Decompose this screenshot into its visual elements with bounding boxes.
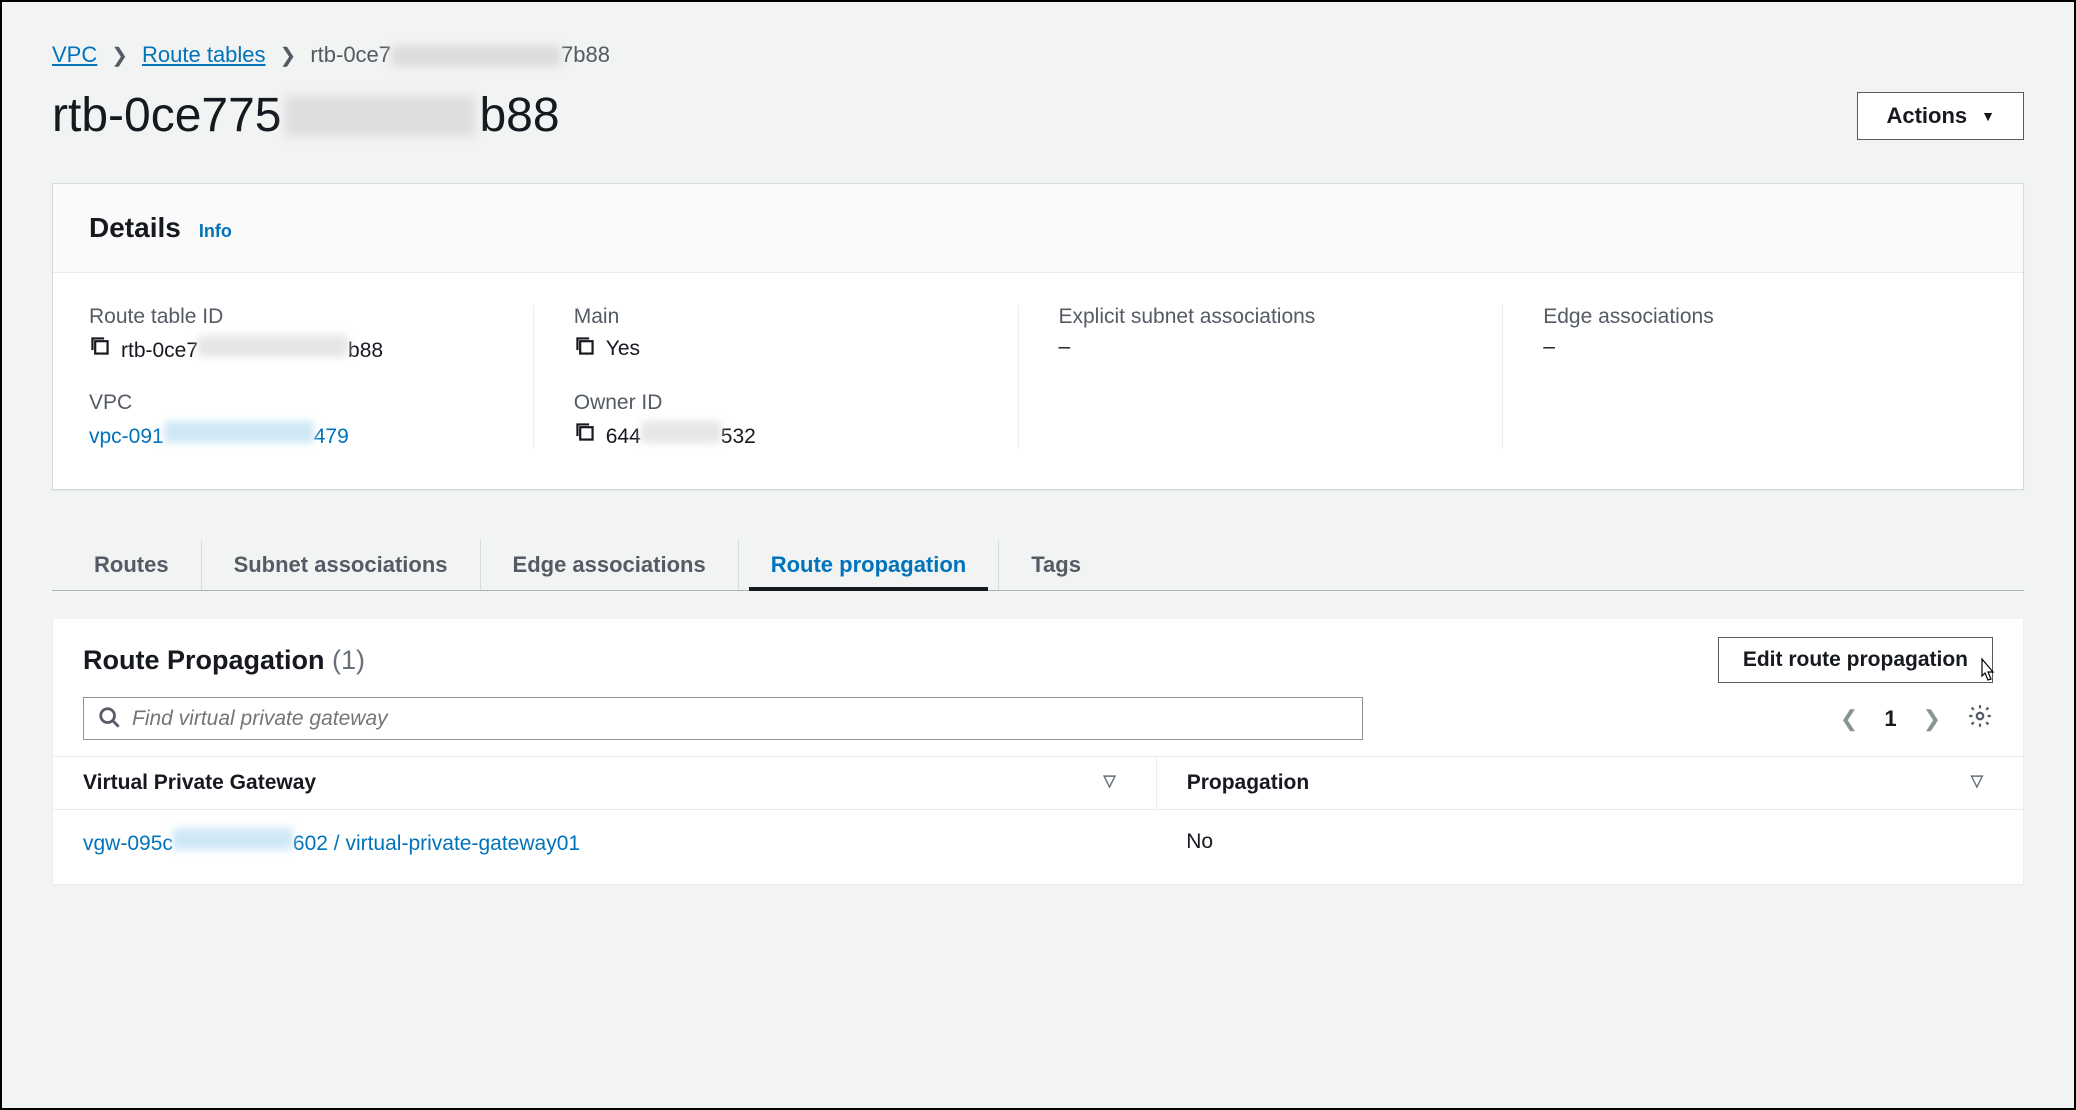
label-vpc: VPC: [89, 391, 493, 415]
tab-edge-associations[interactable]: Edge associations: [481, 540, 739, 590]
route-propagation-title: Route Propagation (1): [83, 645, 365, 676]
breadcrumb-vpc[interactable]: VPC: [52, 42, 97, 68]
search-icon: [98, 706, 120, 731]
tab-routes[interactable]: Routes: [62, 540, 202, 590]
label-edge-assoc: Edge associations: [1543, 305, 1947, 329]
copy-icon[interactable]: [89, 335, 111, 363]
value-vpc-link[interactable]: vpc-091479: [89, 421, 349, 449]
details-panel: Details Info Route table ID rtb-0ce7b88 …: [52, 183, 2024, 490]
tabs: Routes Subnet associations Edge associat…: [52, 540, 2024, 591]
page-prev-icon[interactable]: ❮: [1840, 706, 1858, 732]
propagation-table: Virtual Private Gateway▽ Propagation▽ vg…: [53, 756, 2023, 874]
value-main: Yes: [606, 337, 640, 361]
tab-route-propagation[interactable]: Route propagation: [739, 540, 1000, 590]
value-route-table-id: rtb-0ce7b88: [121, 335, 383, 363]
cursor-pointer-icon: [1974, 657, 2000, 694]
value-explicit-subnet: –: [1059, 335, 1463, 359]
chevron-right-icon: ❯: [111, 43, 128, 68]
label-main: Main: [574, 305, 978, 329]
column-propagation[interactable]: Propagation▽: [1156, 757, 2023, 810]
sort-icon[interactable]: ▽: [1103, 771, 1115, 791]
breadcrumb-route-tables[interactable]: Route tables: [142, 42, 266, 68]
value-edge-assoc: –: [1543, 335, 1947, 359]
label-explicit-subnet: Explicit subnet associations: [1059, 305, 1463, 329]
copy-icon[interactable]: [574, 335, 596, 363]
label-route-table-id: Route table ID: [89, 305, 493, 329]
caret-down-icon: ▼: [1981, 108, 1995, 124]
tab-tags[interactable]: Tags: [999, 540, 1113, 590]
value-owner-id: 644532: [606, 421, 756, 449]
page-next-icon[interactable]: ❯: [1923, 706, 1941, 732]
table-row: vgw-095c602 / virtual-private-gateway01 …: [53, 810, 2023, 875]
chevron-right-icon: ❯: [280, 43, 297, 68]
info-link[interactable]: Info: [199, 221, 232, 242]
settings-gear-icon[interactable]: [1967, 703, 1993, 735]
edit-route-propagation-button[interactable]: Edit route propagation: [1718, 637, 1993, 683]
route-propagation-panel: Route Propagation (1) Edit route propaga…: [52, 619, 2024, 885]
copy-icon[interactable]: [574, 421, 596, 449]
page-title: rtb-0ce775b88: [52, 88, 560, 143]
vgw-link[interactable]: vgw-095c602 / virtual-private-gateway01: [83, 832, 580, 855]
tab-subnet-associations[interactable]: Subnet associations: [202, 540, 481, 590]
propagation-value: No: [1156, 810, 2023, 875]
search-input[interactable]: [132, 707, 1348, 731]
sort-icon[interactable]: ▽: [1971, 771, 1983, 791]
search-box[interactable]: [83, 697, 1363, 740]
actions-button[interactable]: Actions ▼: [1857, 92, 2024, 140]
pagination: ❮ 1 ❯: [1840, 703, 1993, 735]
details-heading: Details: [89, 212, 181, 244]
column-virtual-private-gateway[interactable]: Virtual Private Gateway▽: [53, 757, 1156, 810]
breadcrumb-current: rtb-0ce77b88: [310, 42, 610, 68]
breadcrumb: VPC ❯ Route tables ❯ rtb-0ce77b88: [52, 42, 2024, 68]
label-owner-id: Owner ID: [574, 391, 978, 415]
page-number: 1: [1884, 706, 1896, 732]
